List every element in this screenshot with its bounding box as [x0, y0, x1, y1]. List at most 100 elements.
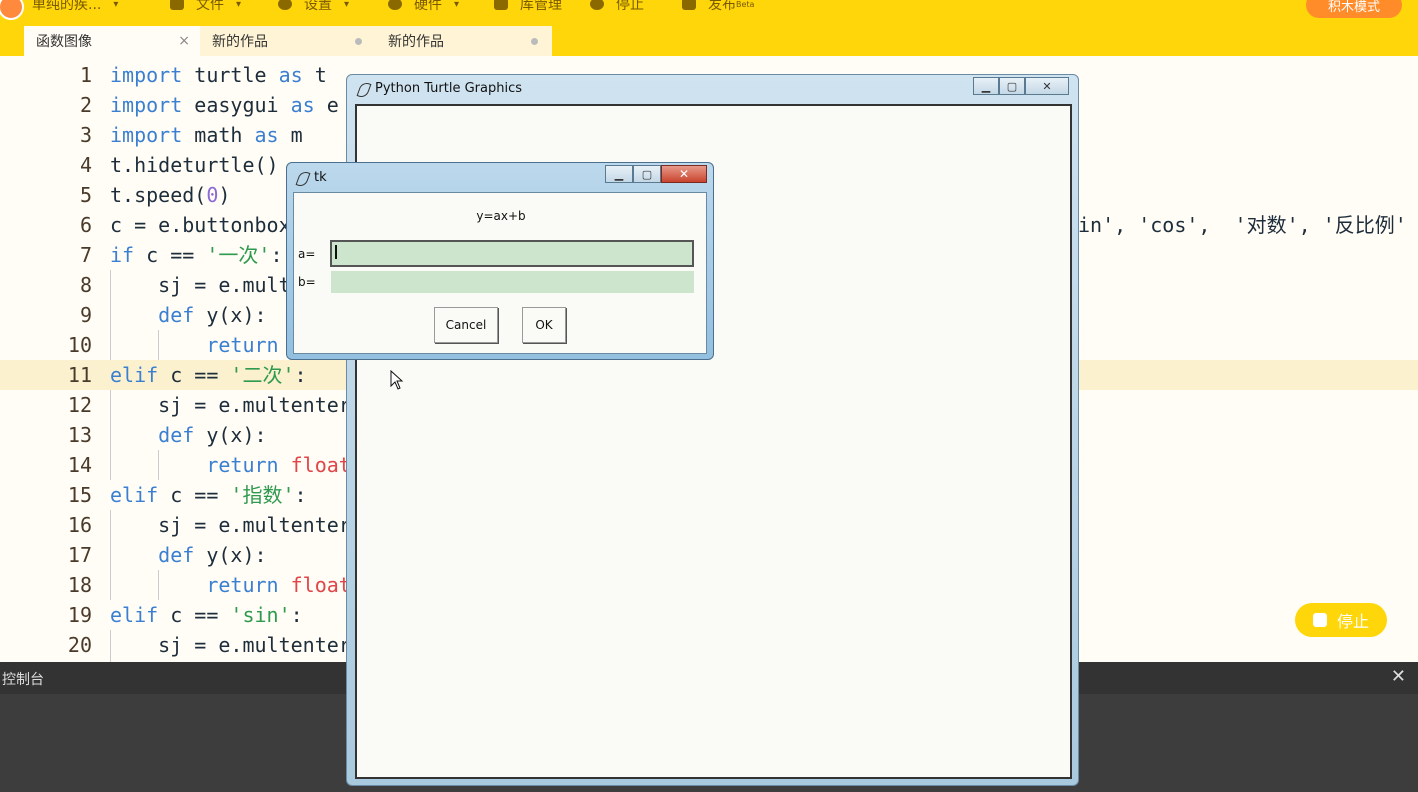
maximize-icon: ▢	[1006, 79, 1018, 93]
settings-menu[interactable]: 设置 ▾	[278, 0, 349, 14]
publish-label: 发布	[708, 0, 736, 13]
gear-icon	[278, 0, 292, 10]
top-toolbar: 单纯的疾... ▾ 文件 ▾ 设置 ▾ 硬件 ▾ 库管理 停止 发布 Beta …	[0, 0, 1418, 24]
unsaved-dot-icon	[531, 38, 538, 45]
close-icon: ✕	[678, 167, 690, 181]
close-icon[interactable]: ×	[178, 33, 190, 49]
folder-icon	[170, 0, 184, 10]
close-icon: ✕	[1042, 79, 1052, 93]
tab-new-work-1[interactable]: 新的作品	[200, 26, 376, 56]
ok-button[interactable]: OK	[522, 307, 566, 343]
maximize-icon: ▢	[641, 167, 653, 181]
code-line: elif c == 'sin':	[110, 603, 303, 627]
block-mode-button[interactable]: 积木模式	[1306, 0, 1402, 18]
stop-icon	[1312, 613, 1327, 627]
publish-menu[interactable]: 发布 Beta	[682, 0, 754, 14]
library-label: 库管理	[520, 0, 562, 13]
code-line: import turtle as t	[110, 63, 327, 87]
line-number: 17	[67, 543, 92, 567]
b-input[interactable]	[331, 271, 694, 293]
window-close-button[interactable]: ✕	[1025, 77, 1069, 95]
unsaved-dot-icon	[355, 38, 362, 45]
line-number: 18	[67, 573, 92, 597]
code-line: t.hideturtle()	[110, 153, 279, 177]
dialog-title: tk	[314, 170, 327, 185]
send-icon	[682, 0, 696, 10]
line-number: 19	[67, 603, 92, 627]
dialog-caption: y=ax+b	[476, 209, 526, 223]
code-line: sj = e.mult	[110, 273, 291, 297]
tk-dialog[interactable]: tk ▁ ▢ ✕ y=ax+b a= b= Cancel OK	[286, 162, 714, 360]
close-icon[interactable]: ✕	[1391, 666, 1406, 687]
mouse-pointer-icon	[390, 370, 404, 390]
chevron-down-icon: ▾	[236, 0, 242, 10]
minimize-button[interactable]: ▁	[605, 165, 633, 183]
code-line: c = e.buttonbox	[110, 213, 291, 237]
line-number: 16	[67, 513, 92, 537]
chevron-down-icon: ▾	[454, 0, 460, 10]
stop-label: 停止	[1336, 612, 1369, 631]
file-label: 文件	[196, 0, 224, 13]
line-number: 14	[67, 453, 92, 477]
maximize-button[interactable]: ▢	[633, 165, 661, 183]
feather-icon	[356, 80, 372, 100]
line-number: 9	[79, 303, 92, 327]
floating-stop-button[interactable]: 停止	[1295, 603, 1387, 637]
stop-icon	[590, 0, 604, 10]
library-menu[interactable]: 库管理	[494, 0, 562, 14]
label-b: b=	[298, 275, 316, 289]
feather-icon	[295, 169, 311, 189]
code-line: sj = e.multenter	[110, 633, 351, 657]
settings-label: 设置	[304, 0, 332, 13]
library-icon	[494, 0, 508, 10]
code-line: def y(x):	[158, 543, 267, 567]
minimize-button[interactable]: ▁	[973, 77, 999, 95]
code-line: elif c == '二次':	[110, 363, 307, 387]
hardware-menu[interactable]: 硬件 ▾	[388, 0, 459, 14]
text-caret	[335, 245, 337, 259]
project-name: 单纯的疾...	[32, 0, 102, 13]
dialog-close-button[interactable]: ✕	[661, 165, 707, 183]
line-number: 12	[67, 393, 92, 417]
line-number: 4	[79, 153, 92, 177]
code-line: sj = e.multenter	[110, 513, 351, 537]
line-number: 20	[67, 633, 92, 657]
dialog-body: y=ax+b a= b= Cancel OK	[293, 192, 707, 354]
tab-new-work-2[interactable]: 新的作品	[376, 26, 552, 56]
tab-label: 新的作品	[388, 34, 444, 50]
code-line: return float	[206, 453, 351, 477]
line-number: 2	[79, 93, 92, 117]
line-number: 1	[79, 63, 92, 87]
file-menu[interactable]: 文件 ▾	[170, 0, 241, 14]
tab-function-graph[interactable]: 函数图像 ×	[24, 26, 200, 56]
a-input[interactable]	[330, 240, 694, 267]
stop-menu[interactable]: 停止	[590, 0, 644, 14]
line-number: 13	[67, 423, 92, 447]
line-number: 3	[79, 123, 92, 147]
label-a: a=	[298, 247, 316, 261]
minimize-icon: ▁	[614, 167, 624, 181]
code-line: t.speed(0)	[110, 183, 231, 207]
hardware-label: 硬件	[414, 0, 442, 13]
chevron-down-icon: ▾	[344, 0, 350, 10]
code-line: if c == '一次':	[110, 243, 283, 267]
maximize-button[interactable]: ▢	[999, 77, 1025, 95]
project-menu[interactable]: 单纯的疾... ▾	[32, 0, 118, 14]
app-logo-icon	[0, 0, 24, 20]
code-line: def y(x):	[158, 303, 267, 327]
chevron-down-icon: ▾	[113, 0, 119, 10]
code-line: return	[206, 333, 279, 357]
tab-label: 函数图像	[36, 34, 92, 50]
line-number: 6	[79, 213, 92, 237]
cancel-button[interactable]: Cancel	[434, 307, 498, 343]
line-number: 5	[79, 183, 92, 207]
code-line: import math as m	[110, 123, 303, 147]
line-number: 11	[67, 363, 92, 387]
line-number: 7	[79, 243, 92, 267]
tab-bar: 函数图像 × 新的作品 新的作品	[0, 24, 1418, 74]
code-line: return float	[206, 573, 351, 597]
code-line: sj = e.multenter	[110, 393, 351, 417]
tab-label: 新的作品	[212, 34, 268, 50]
hardware-icon	[388, 0, 402, 10]
code-line: elif c == '指数':	[110, 483, 307, 507]
